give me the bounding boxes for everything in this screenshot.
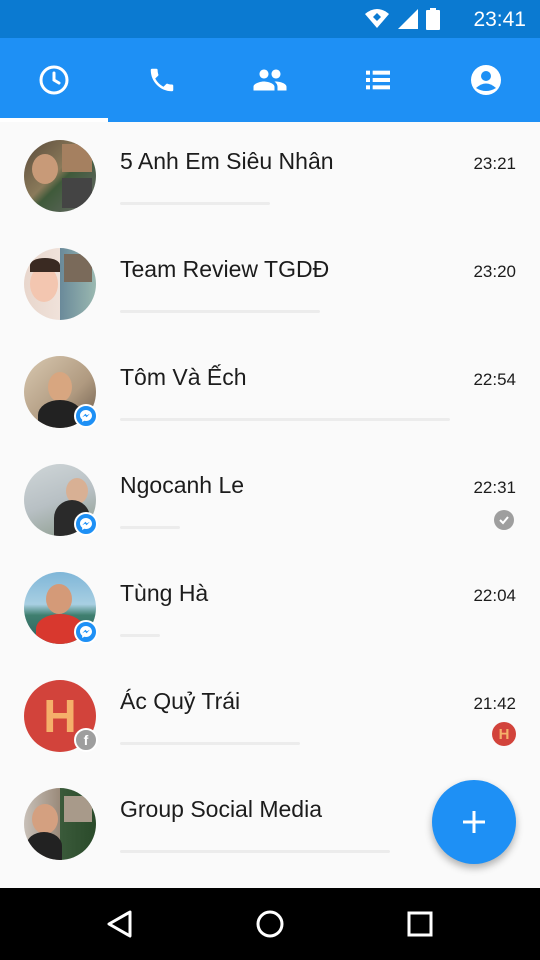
messenger-icon — [80, 518, 92, 530]
home-button[interactable] — [250, 904, 290, 944]
messenger-icon — [80, 410, 92, 422]
recents-button[interactable] — [400, 904, 440, 944]
avatar-letter: H — [43, 690, 77, 742]
status-bar: 23:41 — [0, 0, 540, 38]
delivered-check-icon — [494, 510, 514, 530]
plus-icon — [463, 811, 485, 833]
tab-profile[interactable] — [432, 38, 540, 122]
conversation-row[interactable]: 5 Anh Em Siêu Nhân 23:21 — [0, 122, 540, 230]
avatar — [24, 788, 96, 860]
messenger-badge — [74, 620, 98, 644]
message-preview — [120, 526, 180, 529]
message-preview — [120, 850, 390, 853]
conversation-name: Group Social Media — [120, 796, 322, 822]
conversation-name: Ngocanh Le — [120, 472, 245, 498]
conversation-row[interactable]: H f Ác Quỷ Trái 21:42 H — [0, 662, 540, 770]
message-preview — [120, 742, 300, 745]
message-preview — [120, 418, 450, 421]
signal-icon — [398, 9, 418, 29]
messenger-badge — [74, 512, 98, 536]
conversation-time: 22:04 — [473, 586, 516, 605]
messenger-badge — [74, 404, 98, 428]
conversation-name: Tùng Hà — [120, 580, 209, 606]
conversation-name: Ác Quỷ Trái — [120, 688, 241, 714]
recents-square-icon — [407, 911, 433, 937]
clock-time: 23:41 — [473, 8, 526, 31]
tab-bar — [0, 38, 540, 122]
seen-avatar-letter: H — [498, 725, 510, 743]
conversation-time: 21:42 — [473, 694, 516, 713]
seen-avatar: H — [492, 722, 516, 746]
conversation-row[interactable]: Tùng Hà 22:04 — [0, 554, 540, 662]
back-triangle-icon — [107, 910, 132, 938]
conversation-time: 22:54 — [473, 370, 516, 389]
people-icon — [253, 69, 287, 91]
conversation-time: 22:31 — [473, 478, 516, 497]
conversation-name: Team Review TGDĐ — [120, 256, 330, 282]
wifi-icon — [365, 9, 389, 28]
messenger-icon — [80, 626, 92, 638]
tab-calls[interactable] — [108, 38, 216, 122]
phone-icon — [150, 68, 174, 92]
conversation-list: 5 Anh Em Siêu Nhân 23:21 Team Review TGD… — [0, 122, 540, 888]
conversation-name: 5 Anh Em Siêu Nhân — [120, 148, 334, 174]
conversation-time: 23:20 — [473, 262, 516, 281]
tab-groups[interactable] — [216, 38, 324, 122]
battery-icon — [426, 8, 440, 30]
back-button[interactable] — [100, 904, 140, 944]
facebook-icon: f — [83, 732, 89, 748]
status-icons — [364, 8, 440, 30]
clock-icon — [39, 65, 69, 95]
account-icon — [471, 65, 501, 95]
avatar — [24, 140, 96, 212]
message-preview — [120, 202, 270, 205]
conversation-time: 23:21 — [473, 154, 516, 173]
navigation-bar — [0, 888, 540, 960]
tab-recent[interactable] — [0, 38, 108, 122]
facebook-badge: f — [74, 728, 98, 752]
conversation-row[interactable]: Ngocanh Le 22:31 — [0, 446, 540, 554]
list-icon — [366, 70, 390, 90]
tab-people-list[interactable] — [324, 38, 432, 122]
message-preview — [120, 310, 320, 313]
new-message-button[interactable] — [432, 780, 516, 864]
conversation-row[interactable]: Team Review TGDĐ 23:20 — [0, 230, 540, 338]
message-preview — [120, 634, 160, 637]
avatar — [24, 248, 96, 320]
conversation-name: Tôm Và Ếch — [120, 364, 247, 390]
home-circle-icon — [256, 910, 284, 938]
conversation-row[interactable]: Tôm Và Ếch 22:54 — [0, 338, 540, 446]
